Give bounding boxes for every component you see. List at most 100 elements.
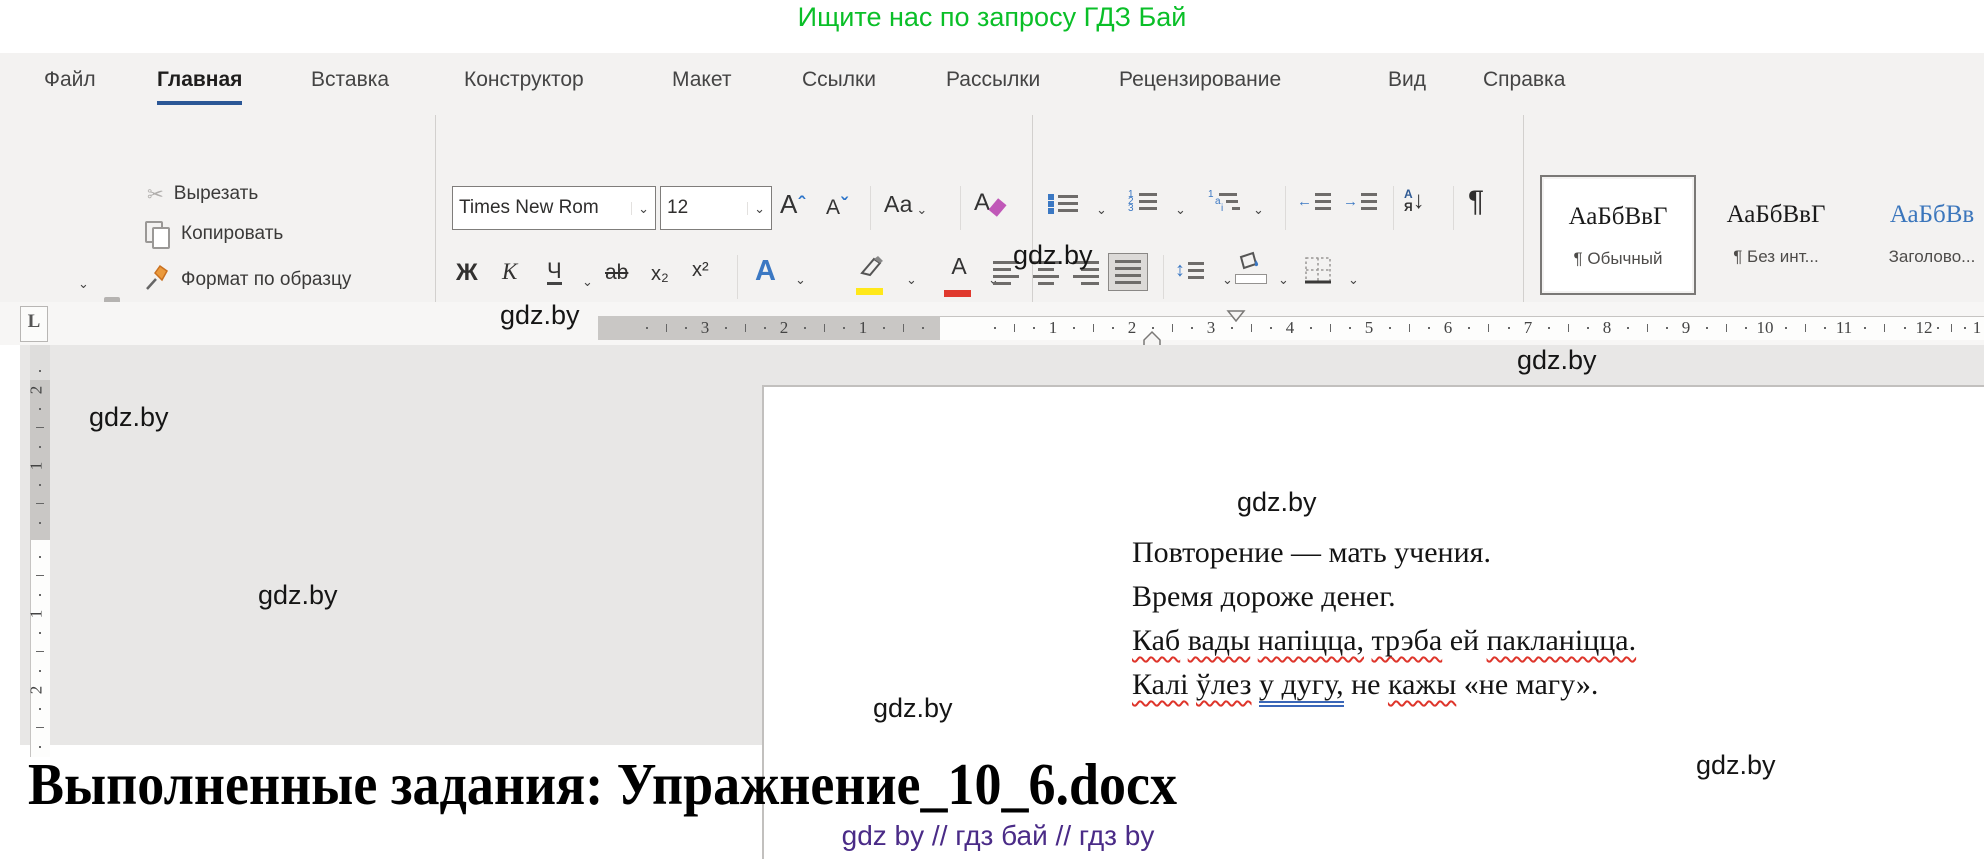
borders-grid-icon [1305,257,1331,284]
chevron-down-icon: ⌄ [78,276,89,291]
tab-Ссылки[interactable]: Ссылки [802,68,876,92]
format-painter-icon [143,264,171,297]
italic-button[interactable]: К [502,259,517,285]
multilevel-list-button[interactable]: 1 а i [1208,189,1240,213]
font-color-button[interactable]: А [944,255,974,297]
tab-Рецензирование[interactable]: Рецензирование [1119,68,1281,92]
copy-icon [145,221,171,249]
scissors-icon: ✂ [147,183,164,206]
watermark: gdz.by [1013,240,1093,270]
arrow-updown-icon: ↕ [1175,259,1185,281]
watermark: gdz.by [1237,487,1317,517]
sort-button[interactable]: АЯ ↓ [1404,187,1425,215]
text-effects-button[interactable]: А [755,257,776,286]
ruler-number: 1 [1048,318,1058,337]
canvas-background [762,345,1984,385]
style-label: ¶ Обычный [1573,249,1663,268]
style-card[interactable]: АаБбВвГ ¶ Без инт... [1700,175,1852,291]
arrow-down-icon: ↓ [1412,187,1425,214]
watermark: gdz.by [873,693,953,723]
line-spacing-chevron[interactable]: ⌄ [1222,273,1233,286]
bold-button[interactable]: Ж [456,259,478,287]
shading-color-swatch [1235,274,1267,284]
footer-tagline: gdz by // гдз бай // гдз by [841,820,1155,851]
arrow-right-icon: → [1343,193,1358,210]
style-sample: АаБбВвГ [1568,203,1668,230]
numbering-button[interactable]: 1 2 3 [1128,189,1157,213]
borders-chevron[interactable]: ⌄ [1348,273,1359,286]
watermark: gdz.by [500,300,580,330]
document-text: Повторение — мать учения. Время дороже де… [1132,531,1636,707]
underline-button[interactable]: Ч [547,259,562,286]
numbering-chevron[interactable]: ⌄ [1175,203,1186,216]
font-size-combobox[interactable]: 12 ⌄ [660,186,772,230]
ruler-number: 1 [1972,318,1982,337]
format-painter-button[interactable]: Формат по образцу [143,264,352,293]
underline-chevron[interactable]: ⌄ [582,275,593,288]
show-marks-button[interactable]: ¶ [1468,185,1484,219]
bullets-chevron[interactable]: ⌄ [1096,203,1107,216]
style-sample: АаБбВв [1889,201,1975,228]
tab-Вид[interactable]: Вид [1388,68,1426,92]
ribbon-tab-bar: Файл Главная Вставка Конструктор Макет Ссылки… [0,62,1984,108]
tab-Файл[interactable]: Файл [44,68,96,92]
shrink-font-button[interactable]: А ˇ [826,195,848,218]
watermark: gdz.by [1696,750,1776,780]
tab-Вставка[interactable]: Вставка [311,68,389,92]
superscript-button[interactable]: x² [692,259,709,282]
ruler-number: 12 [1915,318,1933,337]
paste-button[interactable]: Вставить ⌄ [36,173,157,389]
font-name-combobox[interactable]: Times New Rom ⌄ [452,186,656,230]
format-painter-label: Формат по образцу [181,269,352,290]
tab-Конструктор[interactable]: Конструктор [464,68,584,92]
watermark: gdz.by [89,402,169,432]
shading-chevron[interactable]: ⌄ [1278,273,1289,286]
chevron-down-icon: ⌄ [631,201,655,215]
subscript-button[interactable]: x₂ [651,263,669,286]
tab-Главная[interactable]: Главная [157,68,243,105]
align-justify-button[interactable] [1108,253,1148,291]
caret-up-icon: ˆ [798,194,806,216]
highlight-chevron[interactable]: ⌄ [906,273,917,286]
copy-button[interactable]: Копировать [145,221,284,249]
tab-Макет[interactable]: Макет [672,68,731,92]
clear-formatting-button[interactable]: А [974,191,1007,217]
multilevel-list-icon: 1 а i [1208,189,1240,213]
highlight-color-button[interactable] [856,253,898,295]
strikethrough-button[interactable]: ab [605,261,628,285]
bullets-button[interactable] [1048,193,1078,214]
ruler-number: 2 [30,686,46,695]
document-line: Время дороже денег. [1132,580,1396,613]
ruler-number: 9 [1681,318,1691,337]
indent-lines-icon [1315,193,1331,210]
multilevel-chevron[interactable]: ⌄ [1253,203,1264,216]
text-effects-chevron[interactable]: ⌄ [795,273,806,286]
ruler-number: 6 [1443,318,1453,337]
style-label: Заголово... [1888,247,1976,266]
decrease-indent-button[interactable]: ← [1297,193,1331,210]
indent-lines-icon [1361,193,1377,210]
font-size-value: 12 [667,197,689,218]
style-label: ¶ Без инт... [1733,247,1819,266]
tab-Справка[interactable]: Справка [1483,68,1565,92]
copy-label: Копировать [181,223,284,244]
word-window: Ищите нас по запросу ГДЗ Бай Файл Главная… [0,0,1984,859]
style-card[interactable]: АаБбВв Заголово... [1856,175,1984,291]
grow-font-button[interactable]: А ˆ [780,191,805,217]
borders-button[interactable] [1303,255,1333,290]
first-line-indent-marker[interactable] [1226,309,1246,327]
tab-stop-selector[interactable]: L [20,306,48,342]
cut-button[interactable]: ✂ Вырезать [147,181,258,207]
change-case-button[interactable]: Аа ⌄ [884,193,927,217]
ruler-page-zone [940,316,1984,340]
line-spacing-button[interactable]: ↕ [1175,259,1204,282]
horizontal-ruler[interactable]: 3 2 1 1 2 3 4 5 6 7 8 9 10 11 12 1 [598,316,1984,340]
ruler-number: 1 [30,462,46,471]
vertical-ruler[interactable]: 2 1 1 2 [30,345,50,757]
style-card[interactable]: АаБбВвГ ¶ Обычный [1540,175,1696,295]
ruler-number: 3 [700,318,710,337]
shading-button[interactable] [1233,251,1273,284]
tab-Рассылки[interactable]: Рассылки [946,68,1040,92]
increase-indent-button[interactable]: → [1343,193,1377,210]
style-sample: АаБбВвГ [1726,201,1826,228]
